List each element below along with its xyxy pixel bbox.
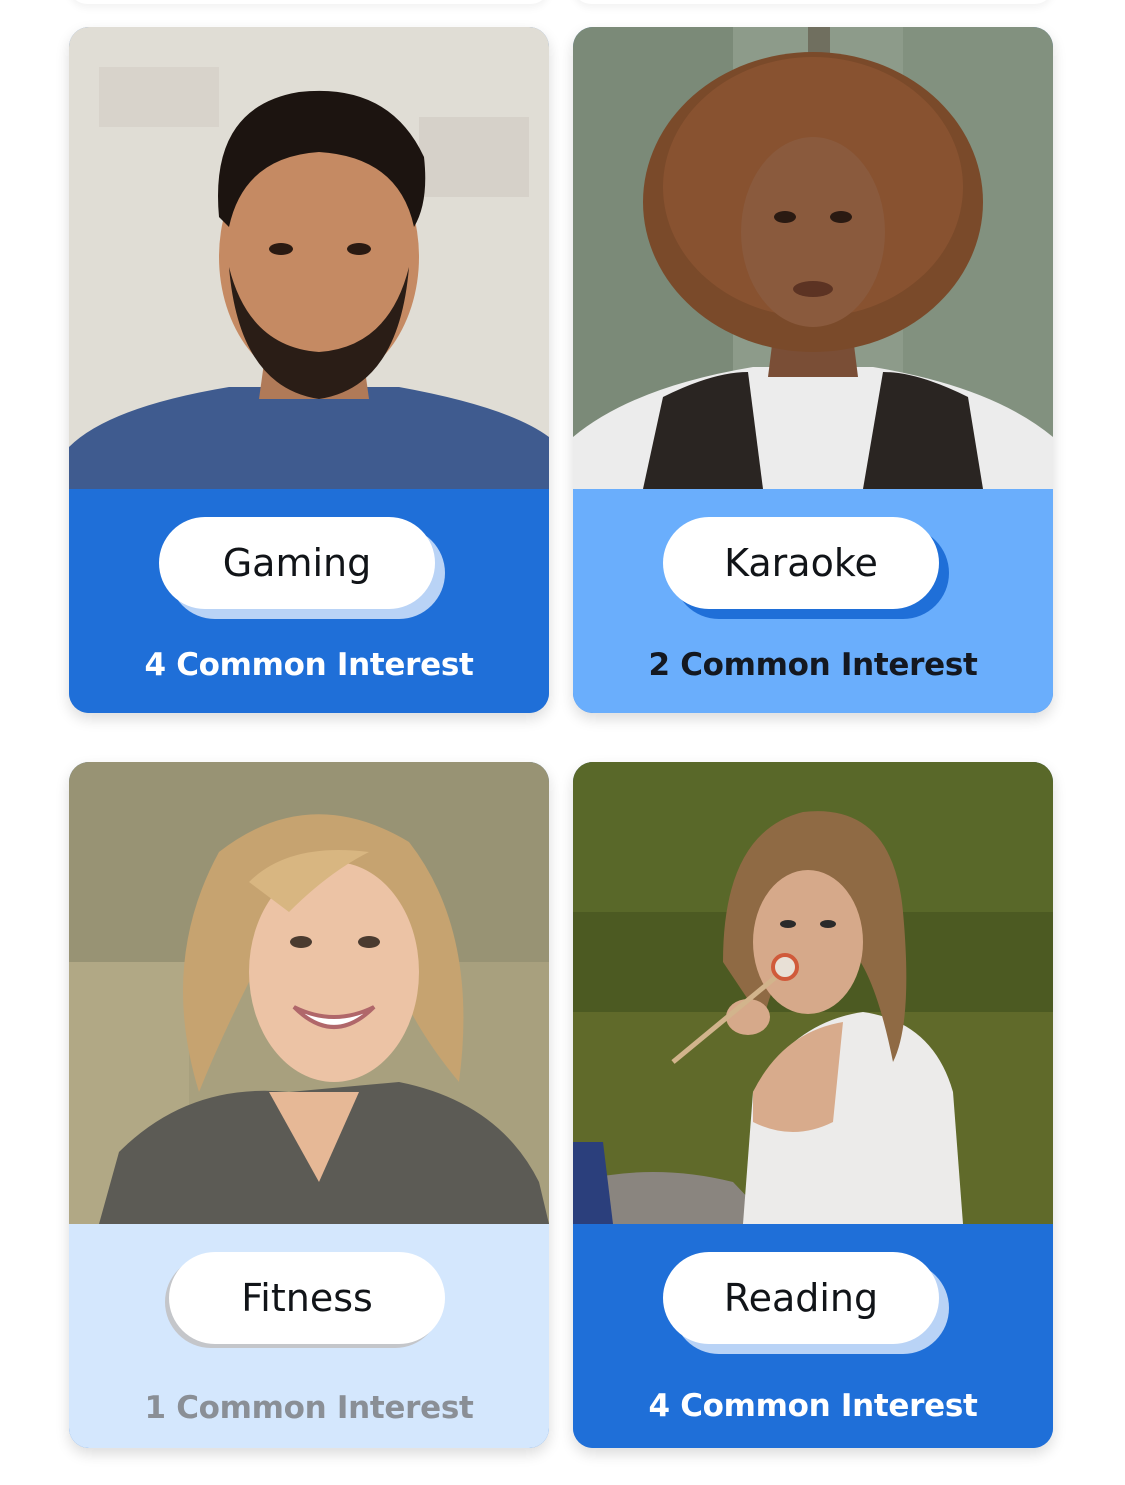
- match-card[interactable]: Karaoke 2 Common Interest: [573, 27, 1053, 713]
- profile-photo: [69, 27, 549, 489]
- card-footer: Reading 4 Common Interest: [573, 1224, 1053, 1448]
- interest-tag-button[interactable]: Fitness: [169, 1252, 445, 1344]
- match-card[interactable]: Reading 4 Common Interest: [573, 762, 1053, 1448]
- previous-card-edge: [69, 0, 549, 4]
- match-card[interactable]: Fitness 1 Common Interest: [69, 762, 549, 1448]
- match-grid: Gaming 4 Common Interest Karaoke 2 Commo…: [0, 0, 1125, 1485]
- interest-tag-button[interactable]: Karaoke: [663, 517, 939, 609]
- previous-card-edge: [573, 0, 1053, 4]
- card-footer: Gaming 4 Common Interest: [69, 489, 549, 713]
- common-interest-label: 2 Common Interest: [648, 647, 978, 683]
- common-interest-label: 1 Common Interest: [144, 1390, 474, 1426]
- profile-photo: [573, 27, 1053, 489]
- common-interest-label: 4 Common Interest: [144, 647, 474, 683]
- interest-tag-button[interactable]: Gaming: [159, 517, 435, 609]
- profile-photo: [573, 762, 1053, 1224]
- common-interest-label: 4 Common Interest: [648, 1388, 978, 1424]
- interest-tag-button[interactable]: Reading: [663, 1252, 939, 1344]
- profile-photo: [69, 762, 549, 1224]
- match-card[interactable]: Gaming 4 Common Interest: [69, 27, 549, 713]
- card-footer: Fitness 1 Common Interest: [69, 1224, 549, 1448]
- card-footer: Karaoke 2 Common Interest: [573, 489, 1053, 713]
